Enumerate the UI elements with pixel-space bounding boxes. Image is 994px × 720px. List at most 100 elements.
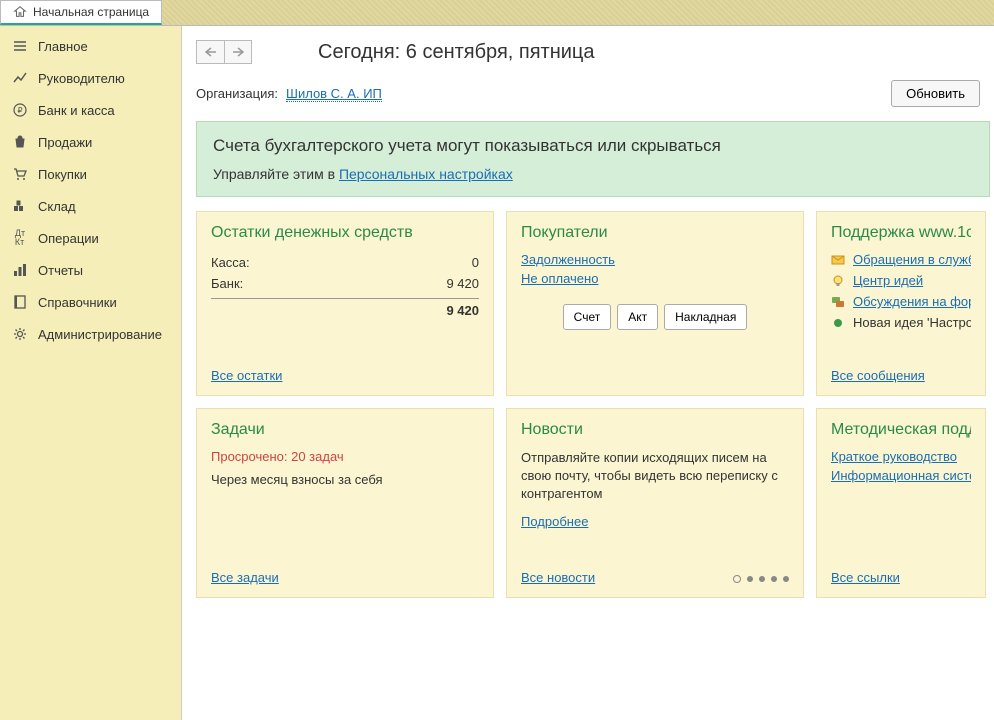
cart-icon <box>12 166 28 182</box>
support-item: Обращения в службу <box>831 252 971 267</box>
nav-label: Отчеты <box>38 263 83 278</box>
overdue-text: Просрочено: 20 задач <box>211 449 479 464</box>
balance-row-bank: Банк: 9 420 <box>211 273 479 294</box>
boxes-icon <box>12 198 28 214</box>
ruble-icon: ₽ <box>12 102 28 118</box>
nav-label: Покупки <box>38 167 87 182</box>
nav-label: Операции <box>38 231 99 246</box>
card-title: Остатки денежных средств <box>211 224 479 242</box>
nav-sales[interactable]: Продажи <box>0 126 181 158</box>
support-item: Новая идея 'Настро <box>831 315 971 330</box>
dot-icon[interactable] <box>733 575 741 583</box>
row-value: 9 420 <box>446 276 479 291</box>
org-label: Организация: <box>196 86 278 101</box>
nav-label: Банк и касса <box>38 103 115 118</box>
menu-icon <box>12 38 28 54</box>
card-title: Поддержка www.1cfresh <box>831 224 971 242</box>
act-button[interactable]: Акт <box>617 304 658 330</box>
row-label: Банк: <box>211 276 243 291</box>
dot-icon[interactable] <box>771 576 777 582</box>
nav-label: Администрирование <box>38 327 162 342</box>
support-text: Новая идея 'Настро <box>853 315 971 330</box>
all-links-link[interactable]: Все ссылки <box>831 570 900 585</box>
all-balances-link[interactable]: Все остатки <box>211 368 282 383</box>
gear-icon <box>12 326 28 342</box>
invoice-button[interactable]: Счет <box>563 304 612 330</box>
nav-main[interactable]: Главное <box>0 30 181 62</box>
bag-icon <box>12 134 28 150</box>
support-link[interactable]: Обсуждения на форуме <box>853 294 971 309</box>
home-tab[interactable]: Начальная страница <box>0 0 162 25</box>
nav-label: Склад <box>38 199 76 214</box>
book-icon <box>12 294 28 310</box>
nav-references[interactable]: Справочники <box>0 286 181 318</box>
dot-green-icon <box>831 316 845 330</box>
nav-label: Справочники <box>38 295 117 310</box>
task-text: Через месяц взносы за себя <box>211 472 479 487</box>
support-item: Обсуждения на форуме <box>831 294 971 309</box>
main-content: Сегодня: 6 сентября, пятница Организация… <box>182 26 994 720</box>
pagination-dots[interactable] <box>733 575 789 583</box>
row-value: 0 <box>472 255 479 270</box>
org-link[interactable]: Шилов С. А. ИП <box>286 86 382 102</box>
guide-link[interactable]: Краткое руководство <box>831 449 971 464</box>
nav-arrows <box>196 40 252 64</box>
page-title: Сегодня: 6 сентября, пятница <box>318 41 595 64</box>
nav-label: Главное <box>38 39 88 54</box>
all-messages-link[interactable]: Все сообщения <box>831 368 925 383</box>
info-sub-text: Управляйте этим в <box>213 166 339 182</box>
support-card: Поддержка www.1cfresh Обращения в службу… <box>816 211 986 396</box>
chart-icon <box>12 70 28 86</box>
nav-label: Руководителю <box>38 71 125 86</box>
all-tasks-link[interactable]: Все задачи <box>211 570 279 585</box>
info-title: Счета бухгалтерского учета могут показыв… <box>213 136 973 156</box>
bulb-icon <box>831 274 845 288</box>
all-news-link[interactable]: Все новости <box>521 570 595 585</box>
infosys-link[interactable]: Информационная система <box>831 468 971 483</box>
home-icon <box>13 5 27 19</box>
back-button[interactable] <box>196 40 224 64</box>
nav-admin[interactable]: Администрирование <box>0 318 181 350</box>
dot-icon[interactable] <box>783 576 789 582</box>
debt-link[interactable]: Задолженность <box>521 252 789 267</box>
refresh-button[interactable]: Обновить <box>891 80 980 107</box>
personal-settings-link[interactable]: Персональных настройках <box>339 166 513 182</box>
mail-icon <box>831 253 845 267</box>
waybill-button[interactable]: Накладная <box>664 304 747 330</box>
sidebar: Главное Руководителю ₽ Банк и касса Прода… <box>0 26 182 720</box>
svg-text:₽: ₽ <box>17 106 22 115</box>
nav-operations[interactable]: ДтКтОперации <box>0 222 181 254</box>
nav-manager[interactable]: Руководителю <box>0 62 181 94</box>
nav-warehouse[interactable]: Склад <box>0 190 181 222</box>
customers-card: Покупатели Задолженность Не оплачено Сче… <box>506 211 804 396</box>
balance-row-cash: Касса:0 <box>211 252 479 273</box>
news-text: Отправляйте копии исходящих писем на сво… <box>521 449 789 504</box>
nav-purchases[interactable]: Покупки <box>0 158 181 190</box>
topbar: Начальная страница <box>0 0 994 26</box>
forward-button[interactable] <box>224 40 252 64</box>
info-panel: Счета бухгалтерского учета могут показыв… <box>196 121 990 197</box>
card-title: Задачи <box>211 421 479 439</box>
card-title: Покупатели <box>521 224 789 242</box>
news-card: Новости Отправляйте копии исходящих писе… <box>506 408 804 598</box>
nav-label: Продажи <box>38 135 92 150</box>
dot-icon[interactable] <box>747 576 753 582</box>
tab-label: Начальная страница <box>33 5 149 19</box>
info-subtitle: Управляйте этим в Персональных настройка… <box>213 166 973 182</box>
support-item: Центр идей <box>831 273 971 288</box>
unpaid-link[interactable]: Не оплачено <box>521 271 789 286</box>
news-more-link[interactable]: Подробнее <box>521 514 588 529</box>
balances-card: Остатки денежных средств Касса:0 Банк: 9 … <box>196 211 494 396</box>
nav-bank[interactable]: ₽ Банк и касса <box>0 94 181 126</box>
tasks-card: Задачи Просрочено: 20 задач Через месяц … <box>196 408 494 598</box>
bars-icon <box>12 262 28 278</box>
card-title: Методическая поддержка <box>831 421 971 439</box>
method-card: Методическая поддержка Краткое руководст… <box>816 408 986 598</box>
card-title: Новости <box>521 421 789 439</box>
support-link[interactable]: Центр идей <box>853 273 923 288</box>
support-link[interactable]: Обращения в службу <box>853 252 971 267</box>
dot-icon[interactable] <box>759 576 765 582</box>
balance-total: 9 420 <box>211 298 479 318</box>
nav-reports[interactable]: Отчеты <box>0 254 181 286</box>
forum-icon <box>831 295 845 309</box>
